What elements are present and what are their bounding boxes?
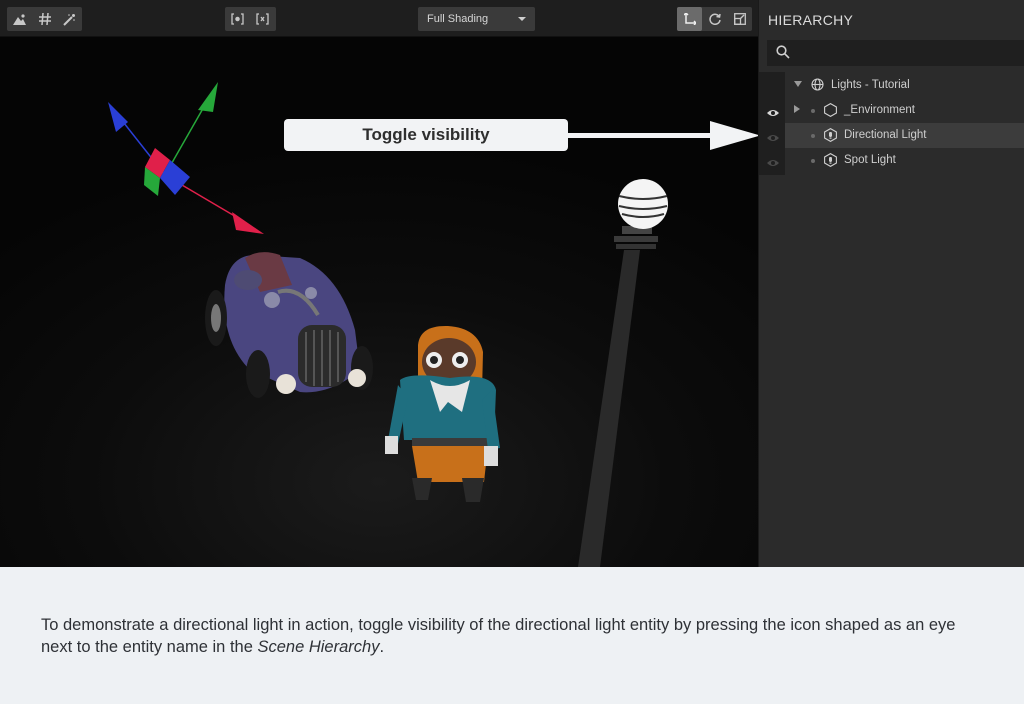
search-icon (776, 45, 790, 64)
eye-icon-directional-light[interactable] (767, 130, 779, 141)
camera-group (225, 7, 276, 31)
shading-mode-dropdown[interactable]: Full Shading (418, 7, 535, 31)
focus-selection-icon[interactable] (225, 7, 250, 31)
frame-selection-icon[interactable] (250, 7, 275, 31)
move-tool-icon[interactable] (677, 7, 702, 31)
shading-mode-label: Full Shading (427, 13, 489, 25)
view-options-group (7, 7, 82, 31)
toy-car (205, 252, 373, 398)
terrain-icon[interactable] (7, 7, 32, 31)
hierarchy-search-input[interactable] (767, 40, 1024, 66)
visibility-gutter (759, 72, 785, 175)
hierarchy-title: HIERARCHY (768, 12, 854, 28)
callout-arrow (566, 121, 758, 150)
caption-text: To demonstrate a directional light in ac… (41, 616, 956, 656)
hierarchy-panel: HIERARCHY Lights - Tutorial _Environment (758, 0, 1024, 567)
scale-tool-icon[interactable] (727, 7, 752, 31)
eye-icon-environment[interactable] (767, 105, 779, 116)
caption-text-end: . (379, 638, 385, 656)
toggle-visibility-callout: Toggle visibility (284, 119, 568, 151)
toy-character (385, 325, 500, 502)
tree-dot (811, 159, 815, 163)
transform-gizmo[interactable] (108, 82, 264, 234)
magic-wand-icon[interactable] (57, 7, 82, 31)
scene-viewport[interactable]: Full Shading Toggle visibility (0, 0, 758, 567)
globe-icon (811, 78, 824, 94)
tree-dot (811, 134, 815, 138)
hierarchy-item-label: _Environment (844, 104, 915, 116)
caption-emphasis: Scene Hierarchy (257, 638, 380, 656)
rotate-tool-icon[interactable] (702, 7, 727, 31)
light-entity-icon (824, 152, 837, 170)
expand-arrow-icon[interactable] (794, 81, 802, 87)
hierarchy-item-spot-light[interactable]: Spot Light (785, 148, 1024, 173)
hierarchy-item-label: Directional Light (844, 129, 927, 141)
expand-arrow-icon[interactable] (794, 105, 800, 113)
lamp-post (578, 179, 668, 567)
hexagon-icon (824, 102, 837, 120)
chevron-down-icon (518, 17, 526, 21)
scene-render (108, 82, 758, 567)
eye-icon-spot-light[interactable] (767, 155, 779, 166)
grid-icon[interactable] (32, 7, 57, 31)
light-entity-icon (824, 127, 837, 145)
transform-mode-group (677, 7, 752, 31)
hierarchy-item-environment[interactable]: _Environment (785, 98, 1024, 123)
hierarchy-item-label: Lights - Tutorial (831, 79, 910, 91)
viewport-toolbar: Full Shading (0, 0, 758, 37)
hierarchy-item-lights-tutorial[interactable]: Lights - Tutorial (785, 73, 1024, 98)
hierarchy-item-label: Spot Light (844, 154, 896, 166)
hierarchy-item-directional-light[interactable]: Directional Light (785, 123, 1024, 148)
tutorial-caption: To demonstrate a directional light in ac… (41, 614, 991, 658)
tree-dot (811, 109, 815, 113)
